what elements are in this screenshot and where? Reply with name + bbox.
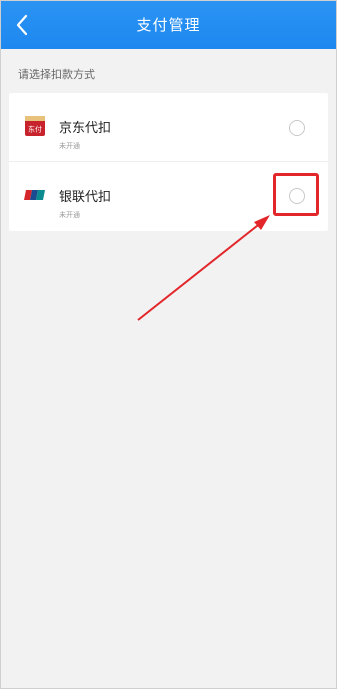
annotation-arrow-icon (137, 215, 270, 321)
